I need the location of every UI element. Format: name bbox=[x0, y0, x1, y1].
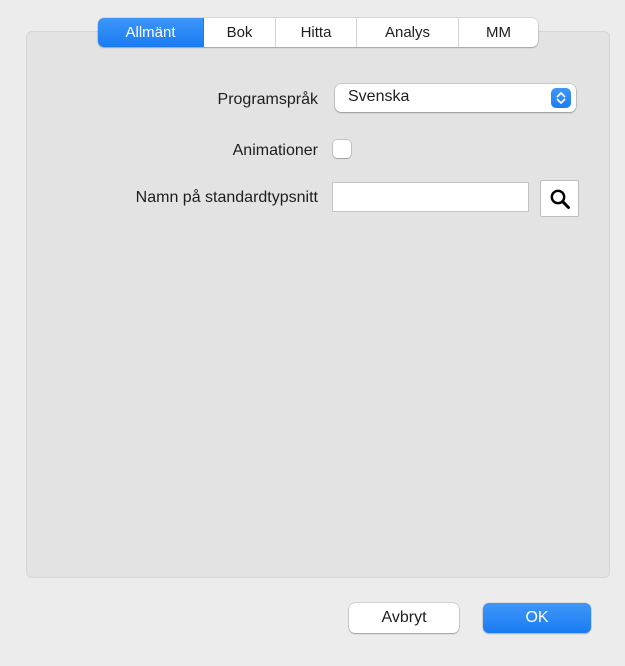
default-font-input[interactable] bbox=[332, 182, 529, 212]
tab-analys[interactable]: Analys bbox=[357, 18, 459, 47]
tab-bar: Allmänt Bok Hitta Analys MM bbox=[98, 18, 538, 47]
cancel-button[interactable]: Avbryt bbox=[349, 603, 459, 633]
preferences-window: Allmänt Bok Hitta Analys MM Programspråk… bbox=[0, 0, 625, 666]
program-language-label: Programspråk bbox=[217, 91, 318, 108]
magnifier-icon bbox=[550, 189, 570, 209]
animations-label: Animationer bbox=[232, 142, 318, 159]
tab-panel bbox=[26, 31, 610, 578]
tab-allmant[interactable]: Allmänt bbox=[98, 18, 204, 47]
program-language-select[interactable]: Svenska bbox=[335, 84, 576, 112]
up-down-chevron-icon bbox=[551, 88, 571, 108]
tab-mm[interactable]: MM bbox=[459, 18, 538, 47]
tab-bok[interactable]: Bok bbox=[204, 18, 276, 47]
default-font-label: Namn på standardtypsnitt bbox=[135, 189, 318, 206]
program-language-value: Svenska bbox=[348, 88, 410, 105]
ok-button[interactable]: OK bbox=[483, 603, 591, 633]
font-search-button[interactable] bbox=[540, 180, 579, 217]
tab-hitta[interactable]: Hitta bbox=[276, 18, 357, 47]
animations-checkbox[interactable] bbox=[333, 140, 351, 158]
